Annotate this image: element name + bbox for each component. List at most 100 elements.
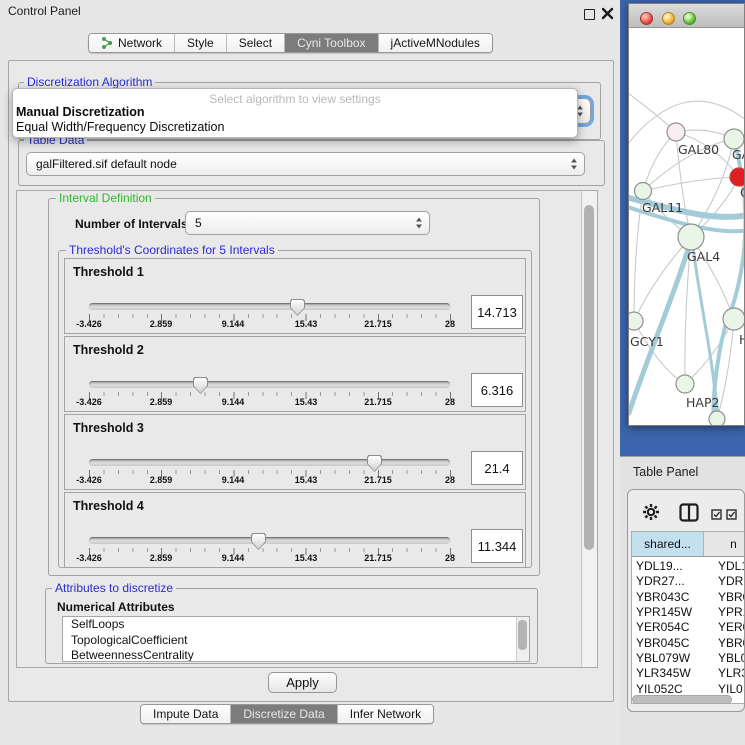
network-node[interactable] <box>724 129 744 149</box>
threshold-4-label: Threshold 4 <box>73 499 144 513</box>
threshold-3-panel: Threshold 3 -3.426 2.859 9.144 15.43 21.… <box>64 414 526 490</box>
algorithm-dropdown-popup: Select algorithm to view settings Manual… <box>12 88 578 138</box>
list-item[interactable]: TopologicalCoefficient <box>63 633 529 649</box>
dropdown-option-manual[interactable]: Manual Discretization <box>13 105 577 120</box>
threshold-2-panel: Threshold 2 -3.426 2.859 9.144 15.43 21.… <box>64 336 526 412</box>
node-label: C <box>740 185 745 200</box>
table-cell[interactable]: YDR2 <box>718 574 745 589</box>
network-window-titlebar[interactable] <box>629 4 744 28</box>
close-traffic-light-icon[interactable] <box>640 12 653 25</box>
slider-major-ticks <box>89 548 452 555</box>
table-cell[interactable]: YDL19... <box>636 559 683 574</box>
threshold-2-value-field[interactable]: 6.316 <box>471 373 523 407</box>
apply-button[interactable]: Apply <box>268 672 337 693</box>
dropdown-option-equal-width[interactable]: Equal Width/Frequency Discretization <box>13 120 577 135</box>
table-cell[interactable]: YBL079W <box>636 651 690 666</box>
table-data-value: galFiltered.sif default node <box>36 157 177 171</box>
tab-style[interactable]: Style <box>175 34 227 52</box>
threshold-4-value-field[interactable]: 11.344 <box>471 529 523 563</box>
numerical-attributes-label: Numerical Attributes <box>57 600 175 614</box>
network-view-window[interactable]: GAL80 GA C GAL11 GAL4 GCY1 H HAP2 <box>628 3 745 426</box>
tick-label: 9.144 <box>222 553 245 563</box>
tab-infer-network[interactable]: Infer Network <box>338 705 433 723</box>
checkbox-checked-icon[interactable] <box>726 507 738 525</box>
threshold-1-value-field[interactable]: 14.713 <box>471 295 523 329</box>
network-node[interactable] <box>678 224 704 250</box>
tab-cyni-toolbox[interactable]: Cyni Toolbox <box>285 34 378 52</box>
tab-jactivemnodules[interactable]: jActiveMNodules <box>379 34 492 52</box>
tab-impute-data[interactable]: Impute Data <box>141 705 231 723</box>
panel-title: Control Panel <box>8 4 81 18</box>
table-cell[interactable]: YER054C <box>636 620 689 635</box>
thresholds-title: Threshold's Coordinates for 5 Intervals <box>66 243 278 257</box>
tick-label: 28 <box>445 475 455 485</box>
network-node[interactable] <box>709 411 725 426</box>
dropdown-placeholder-item[interactable]: Select algorithm to view settings <box>13 89 577 105</box>
threshold-1-slider-track[interactable] <box>89 303 450 310</box>
threshold-4-panel: Threshold 4 -3.426 2.859 9.144 15.43 21.… <box>64 492 526 568</box>
node-label: GAL11 <box>642 200 683 215</box>
list-item[interactable]: BetweennessCentrality <box>63 648 529 662</box>
tick-label: 21.715 <box>364 553 392 563</box>
zoom-traffic-light-icon[interactable] <box>683 12 696 25</box>
threshold-3-value-field[interactable]: 21.4 <box>471 451 523 485</box>
table-cell[interactable]: YER0 <box>718 620 745 635</box>
tick-label: 9.144 <box>222 319 245 329</box>
network-icon <box>101 36 113 50</box>
discretization-algorithm-title: Discretization Algorithm <box>24 75 155 89</box>
list-scrollbar-thumb[interactable] <box>518 620 527 650</box>
minimize-traffic-light-icon[interactable] <box>662 12 675 25</box>
column-header-name[interactable]: n <box>704 532 745 557</box>
threshold-4-slider-track[interactable] <box>89 537 450 544</box>
tick-label: 28 <box>445 319 455 329</box>
network-node[interactable] <box>723 308 745 330</box>
threshold-2-slider-track[interactable] <box>89 381 450 388</box>
network-node[interactable] <box>635 183 652 200</box>
column-header-shared-name[interactable]: shared... <box>632 532 704 557</box>
number-of-intervals-combobox[interactable]: 5 <box>185 211 430 235</box>
settings-gear-icon[interactable] <box>642 503 660 526</box>
node-label: GAL4 <box>687 249 720 264</box>
slider-major-ticks <box>89 392 452 399</box>
slider-major-ticks <box>89 470 452 477</box>
table-cell[interactable]: YBL0 <box>718 651 745 666</box>
table-cell[interactable]: YDR27... <box>636 574 685 589</box>
table-data-combobox[interactable]: galFiltered.sif default node <box>26 152 585 176</box>
network-nodes <box>629 123 745 426</box>
desktop-area: GAL80 GA C GAL11 GAL4 GCY1 H HAP2 Table … <box>620 0 745 745</box>
vertical-scrollbar-thumb[interactable] <box>584 205 594 550</box>
tick-label: 15.43 <box>295 319 318 329</box>
table-cell[interactable]: YDL1 <box>718 559 745 574</box>
checkbox-checked-icon[interactable] <box>711 507 723 525</box>
tick-label: 21.715 <box>364 475 392 485</box>
table-cell[interactable]: YBR0 <box>718 590 745 605</box>
table-panel-title: Table Panel <box>633 465 698 479</box>
close-icon[interactable] <box>601 7 614 20</box>
network-node-selected[interactable] <box>730 168 745 186</box>
node-label: GAL80 <box>678 142 719 157</box>
network-node[interactable] <box>676 375 694 393</box>
network-canvas[interactable]: GAL80 GA C GAL11 GAL4 GCY1 H HAP2 <box>629 28 745 426</box>
horizontal-scrollbar-thumb[interactable] <box>632 695 732 704</box>
threshold-3-slider-track[interactable] <box>89 459 450 466</box>
table-cell[interactable]: YPR145W <box>636 605 692 620</box>
tab-network[interactable]: Network <box>89 34 175 52</box>
tick-label: 15.43 <box>295 553 318 563</box>
attributes-title: Attributes to discretize <box>52 581 176 595</box>
column-view-icon[interactable] <box>679 503 699 527</box>
table-cell[interactable]: YBR045C <box>636 636 689 651</box>
tab-select[interactable]: Select <box>227 34 285 52</box>
table-cell[interactable]: YLR345W <box>636 666 691 681</box>
network-node[interactable] <box>667 123 685 141</box>
table-cell[interactable]: YPR1 <box>718 605 745 620</box>
list-item[interactable]: SelfLoops <box>63 617 529 633</box>
table-cell[interactable]: YBR043C <box>636 590 689 605</box>
table-cell[interactable]: YLR3 <box>718 666 745 681</box>
number-of-intervals-value: 5 <box>195 216 202 230</box>
slider-major-ticks <box>89 314 452 321</box>
float-window-icon[interactable] <box>584 9 595 20</box>
table-cell[interactable]: YBR0 <box>718 636 745 651</box>
node-label: GA <box>732 147 745 162</box>
network-node[interactable] <box>629 312 643 330</box>
tab-discretize-data[interactable]: Discretize Data <box>231 705 337 723</box>
